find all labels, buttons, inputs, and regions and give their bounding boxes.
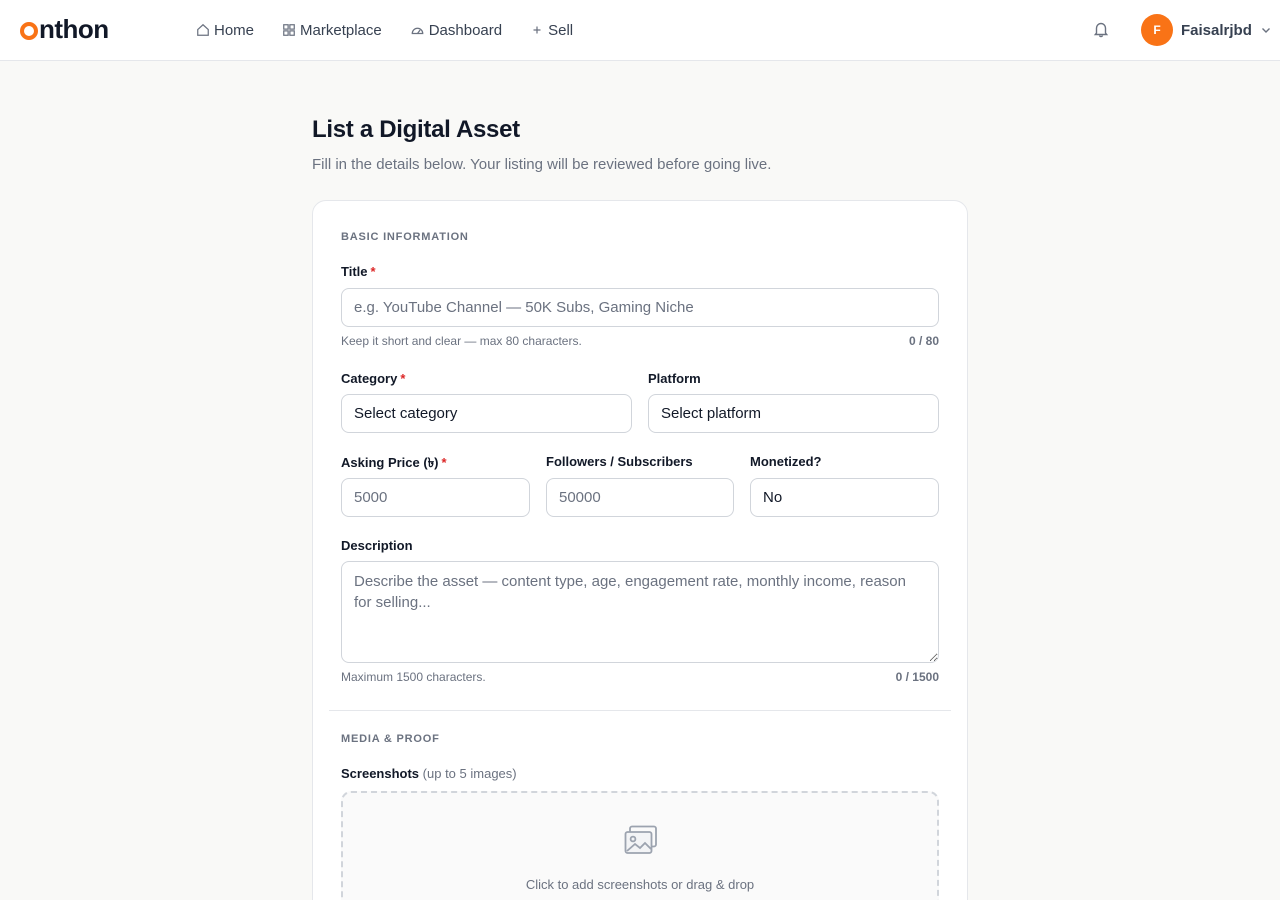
required-mark: *: [370, 264, 376, 279]
description-hint: Maximum 1500 characters.: [341, 670, 486, 684]
title-input[interactable]: [341, 288, 939, 327]
nav-home-label: Home: [214, 21, 255, 39]
notifications-button[interactable]: [1092, 20, 1110, 43]
description-label: Description: [341, 538, 413, 553]
logo-o-mark: [20, 21, 38, 40]
platform-select[interactable]: Select platform: [648, 394, 939, 433]
platform-label: Platform: [648, 371, 701, 386]
nav-marketplace[interactable]: Marketplace: [282, 20, 382, 40]
home-icon: [197, 23, 209, 36]
monetized-label: Monetized?: [750, 454, 822, 469]
dropzone-text: Click to add screenshots or drag & drop: [525, 877, 755, 892]
image-icon: [624, 825, 657, 854]
asking-price-label: Asking Price (৳) *: [341, 454, 447, 475]
description-char-counter: 0 / 1500: [895, 670, 939, 684]
nav-dashboard[interactable]: Dashboard: [410, 20, 502, 40]
asking-price-label-text: Asking Price (৳): [341, 455, 439, 470]
followers-input[interactable]: [546, 478, 734, 517]
page-subtitle: Fill in the details below. Your listing …: [312, 156, 772, 173]
title-label: Title *: [341, 264, 376, 279]
grid-icon: [283, 24, 295, 36]
required-mark: *: [400, 371, 406, 386]
section-media-proof: MEDIA & PROOF: [341, 733, 440, 745]
main-nav: Home Marketplace Dashboard Sell: [196, 20, 601, 40]
asking-price-input[interactable]: [341, 478, 530, 517]
section-divider: [329, 710, 951, 711]
gauge-icon: [411, 27, 424, 35]
monetized-select[interactable]: No: [750, 478, 939, 517]
listing-form-card: BASIC INFORMATION Title* Keep it short a…: [312, 200, 968, 900]
plus-icon: [533, 26, 541, 34]
nav-sell-label: Sell: [548, 21, 574, 39]
screenshots-note: (up to 5 images): [422, 766, 517, 781]
category-label-text: Category: [341, 371, 398, 386]
category-label: Category *: [341, 371, 405, 386]
nav-sell[interactable]: Sell: [530, 20, 573, 40]
title-hint: Keep it short and clear — max 80 charact…: [341, 334, 582, 348]
user-menu[interactable]: F Faisalrjbd: [1141, 14, 1272, 46]
required-mark: *: [441, 455, 447, 470]
top-navbar: nthon Home Marketplace Dashboard Sell F …: [0, 0, 1280, 61]
followers-label: Followers / Subscribers: [546, 454, 693, 469]
screenshots-dropzone[interactable]: Click to add screenshots or drag & drop: [341, 791, 939, 900]
user-name: Faisalrjbd: [1181, 21, 1252, 39]
page-title: List a Digital Asset: [312, 116, 520, 143]
brand-logo[interactable]: nthon: [20, 14, 109, 45]
nav-home[interactable]: Home: [196, 20, 254, 40]
avatar: F: [1141, 14, 1173, 46]
nav-marketplace-label: Marketplace: [300, 21, 382, 39]
bell-icon: [1093, 22, 1109, 38]
title-char-counter: 0 / 80: [908, 334, 939, 348]
screenshots-label-text: Screenshots: [341, 766, 420, 781]
section-basic-information: BASIC INFORMATION: [341, 231, 469, 243]
logo-text: nthon: [39, 14, 109, 44]
category-select[interactable]: Select category: [341, 394, 632, 433]
screenshots-label: Screenshots (up to 5 images): [341, 766, 517, 781]
chevron-down-icon: [1261, 28, 1270, 33]
title-label-text: Title: [341, 264, 368, 279]
description-textarea[interactable]: [341, 561, 939, 663]
nav-dashboard-label: Dashboard: [428, 21, 503, 39]
